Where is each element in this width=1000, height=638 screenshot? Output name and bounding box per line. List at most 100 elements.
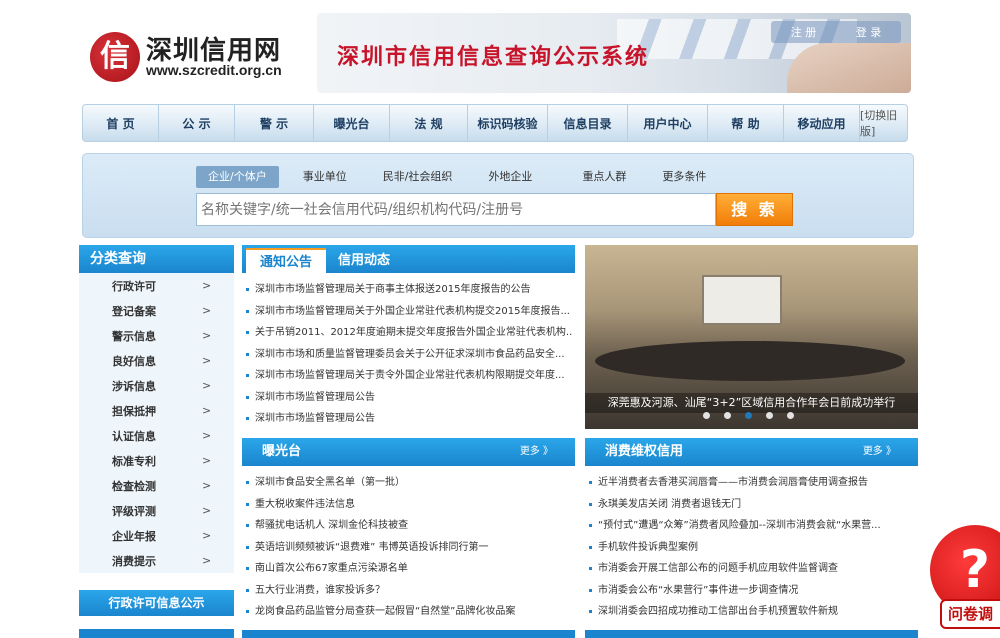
next-section-bar-left bbox=[242, 630, 575, 638]
list-item[interactable]: 南山首次公布67家重点污染源名单 bbox=[243, 558, 573, 580]
nav-item-exposure[interactable]: 曝光台 bbox=[314, 105, 390, 141]
consumer-more-link[interactable]: 更多 》 bbox=[863, 438, 896, 466]
exposure-list: 深圳市食品安全黑名单（第一批） 重大税收案件违法信息 帮骚扰电话机人 深圳金伦科… bbox=[243, 472, 573, 623]
next-section-bars bbox=[242, 630, 918, 638]
search-tab-enterprise[interactable]: 企业/个体户 bbox=[196, 166, 279, 188]
search-tab-key-groups[interactable]: 重点人群 bbox=[570, 166, 638, 188]
arrow-right-icon: > bbox=[202, 379, 212, 392]
nav-item-catalog[interactable]: 信息目录 bbox=[548, 105, 628, 141]
category-item-warning-info[interactable]: 警示信息 > bbox=[79, 323, 234, 348]
exposure-title: 曝光台 bbox=[262, 444, 302, 459]
site-logo[interactable]: 信 深圳信用网 www.szcredit.org.cn bbox=[88, 26, 308, 86]
logo-seal-icon: 信 bbox=[90, 32, 140, 82]
list-item[interactable]: 重大税收案件违法信息 bbox=[243, 494, 573, 516]
list-item[interactable]: 深圳消委会四招成功推动工信部出台手机预置软件新规 bbox=[586, 601, 916, 623]
nav-item-user-center[interactable]: 用户中心 bbox=[628, 105, 708, 141]
nav-item-mobile[interactable]: 移动应用 bbox=[784, 105, 860, 141]
slide-dot[interactable] bbox=[724, 412, 731, 419]
switch-old-version-link[interactable]: [切换旧版] bbox=[860, 105, 907, 141]
arrow-right-icon: > bbox=[202, 529, 212, 542]
list-item[interactable]: 手机软件投诉典型案例 bbox=[586, 537, 916, 559]
list-item[interactable]: 帮骚扰电话机人 深圳金伦科技被查 bbox=[243, 515, 573, 537]
list-item[interactable]: 永琪美发店关闭 消费者退钱无门 bbox=[586, 494, 916, 516]
arrow-right-icon: > bbox=[202, 504, 212, 517]
category-item-annual-report[interactable]: 企业年报 > bbox=[79, 523, 234, 548]
nav-item-regulations[interactable]: 法 规 bbox=[390, 105, 468, 141]
survey-float-button[interactable]: ? 问卷调 bbox=[930, 525, 1000, 635]
slide-photo-screen bbox=[702, 275, 782, 325]
slide-dot[interactable] bbox=[703, 412, 710, 419]
survey-label: 问卷调 bbox=[940, 599, 1000, 629]
arrow-right-icon: > bbox=[202, 329, 212, 342]
slide-caption[interactable]: 深莞惠及河源、汕尾“3+2”区域信用合作年会日前成功举行 bbox=[585, 393, 918, 413]
consumer-list: 近半消费者去香港买润唇膏——市消费会润唇膏使用调查报告 永琪美发店关闭 消费者退… bbox=[586, 472, 916, 623]
slide-dot[interactable] bbox=[787, 412, 794, 419]
exposure-header: 曝光台 更多 》 bbox=[242, 438, 575, 466]
list-item[interactable]: “预付式”遭遇“众筹”消费者风险叠加--深圳市消费会就“水果营... bbox=[586, 515, 916, 537]
search-tab-social-org[interactable]: 民非/社会组织 bbox=[371, 166, 465, 188]
category-label: 消费提示 bbox=[112, 554, 156, 568]
list-item[interactable]: 深圳市市场监督管理局公告 bbox=[243, 387, 573, 409]
admin-license-publicity-button[interactable]: 行政许可信息公示 bbox=[79, 590, 234, 616]
nav-item-code-verify[interactable]: 标识码核验 bbox=[468, 105, 548, 141]
search-button[interactable]: 搜 索 bbox=[716, 193, 793, 226]
consumer-title: 消费维权信用 bbox=[605, 444, 684, 459]
tab-notice[interactable]: 通知公告 bbox=[246, 248, 326, 273]
category-item-rating[interactable]: 评级评测 > bbox=[79, 498, 234, 523]
register-link[interactable]: 注 册 bbox=[791, 24, 817, 40]
list-item[interactable]: 深圳市市场和质量监督管理委员会关于公开征求深圳市食品药品安全... bbox=[243, 344, 573, 366]
category-label: 检查检测 bbox=[112, 479, 156, 493]
category-item-admin-license[interactable]: 行政许可 > bbox=[79, 273, 234, 298]
category-label: 评级评测 bbox=[112, 504, 156, 518]
category-list: 行政许可 > 登记备案 > 警示信息 > 良好信息 > 涉诉信息 > 担保抵押 > 认证信息… bbox=[79, 273, 234, 573]
list-item[interactable]: 深圳市市场监督管理局关于外国企业常驻代表机构提交2015年度报告... bbox=[243, 301, 573, 323]
news-slideshow[interactable]: 深莞惠及河源、汕尾“3+2”区域信用合作年会日前成功举行 bbox=[585, 245, 918, 429]
list-item[interactable]: 深圳市市场监督管理局关于责令外国企业常驻代表机构限期提交年度... bbox=[243, 365, 573, 387]
account-links: 注 册 登 录 bbox=[771, 21, 901, 43]
category-button-2[interactable] bbox=[79, 629, 234, 638]
notice-tabs: 通知公告 信用动态 bbox=[242, 245, 575, 273]
login-link[interactable]: 登 录 bbox=[856, 24, 882, 40]
notice-list: 深圳市市场监督管理局关于商事主体报送2015年度报告的公告 深圳市市场监督管理局… bbox=[243, 279, 573, 430]
tab-credit-news[interactable]: 信用动态 bbox=[338, 248, 390, 273]
search-input[interactable] bbox=[196, 193, 716, 226]
category-label: 担保抵押 bbox=[112, 404, 156, 418]
nav-item-home[interactable]: 首 页 bbox=[83, 105, 159, 141]
search-tab-nonlocal[interactable]: 外地企业 bbox=[476, 166, 544, 188]
list-item[interactable]: 龙岗食品药品监管分局查获一起假冒“自然堂”品牌化妆品案 bbox=[243, 601, 573, 623]
main-nav: 首 页 公 示 警 示 曝光台 法 规 标识码核验 信息目录 用户中心 帮 助 … bbox=[82, 104, 908, 142]
list-item[interactable]: 近半消费者去香港买润唇膏——市消费会润唇膏使用调查报告 bbox=[586, 472, 916, 494]
category-item-standards-patents[interactable]: 标准专利 > bbox=[79, 448, 234, 473]
nav-item-publicity[interactable]: 公 示 bbox=[159, 105, 235, 141]
list-item[interactable]: 英语培训频频被诉“退费难” 韦博英语投诉排同行第一 bbox=[243, 537, 573, 559]
category-item-good-info[interactable]: 良好信息 > bbox=[79, 348, 234, 373]
arrow-right-icon: > bbox=[202, 304, 212, 317]
list-item[interactable]: 深圳市市场监督管理局关于商事主体报送2015年度报告的公告 bbox=[243, 279, 573, 301]
category-item-consumer-tips[interactable]: 消费提示 > bbox=[79, 548, 234, 573]
search-tabs: 企业/个体户 事业单位 民非/社会组织 外地企业 重点人群 更多条件 bbox=[196, 166, 730, 188]
nav-item-warning[interactable]: 警 示 bbox=[235, 105, 314, 141]
category-item-registration[interactable]: 登记备案 > bbox=[79, 298, 234, 323]
list-item[interactable]: 五大行业消费，谁家投诉多？ bbox=[243, 580, 573, 602]
consumer-header: 消费维权信用 更多 》 bbox=[585, 438, 918, 466]
search-tab-more[interactable]: 更多条件 bbox=[650, 166, 718, 188]
category-label: 行政许可 bbox=[112, 279, 156, 293]
search-tab-institution[interactable]: 事业单位 bbox=[291, 166, 359, 188]
category-label: 企业年报 bbox=[112, 529, 156, 543]
slide-dot[interactable] bbox=[745, 412, 752, 419]
category-item-inspection[interactable]: 检查检测 > bbox=[79, 473, 234, 498]
nav-item-help[interactable]: 帮 助 bbox=[708, 105, 784, 141]
list-item[interactable]: 深圳市食品安全黑名单（第一批） bbox=[243, 472, 573, 494]
category-label: 认证信息 bbox=[112, 429, 156, 443]
category-item-litigation[interactable]: 涉诉信息 > bbox=[79, 373, 234, 398]
list-item[interactable]: 市消委会公布“水果营行”事件进一步调查情况 bbox=[586, 580, 916, 602]
category-item-mortgage[interactable]: 担保抵押 > bbox=[79, 398, 234, 423]
category-item-certification[interactable]: 认证信息 > bbox=[79, 423, 234, 448]
list-item[interactable]: 市消委会开展工信部公布的问题手机应用软件监督调查 bbox=[586, 558, 916, 580]
list-item[interactable]: 深圳市市场监督管理局公告 bbox=[243, 408, 573, 430]
search-panel: 企业/个体户 事业单位 民非/社会组织 外地企业 重点人群 更多条件 搜 索 bbox=[82, 153, 914, 238]
list-item[interactable]: 关于吊销2011、2012年度逾期未提交年度报告外国企业常驻代表机构... bbox=[243, 322, 573, 344]
slide-dot[interactable] bbox=[766, 412, 773, 419]
arrow-right-icon: > bbox=[202, 454, 212, 467]
exposure-more-link[interactable]: 更多 》 bbox=[520, 438, 553, 466]
